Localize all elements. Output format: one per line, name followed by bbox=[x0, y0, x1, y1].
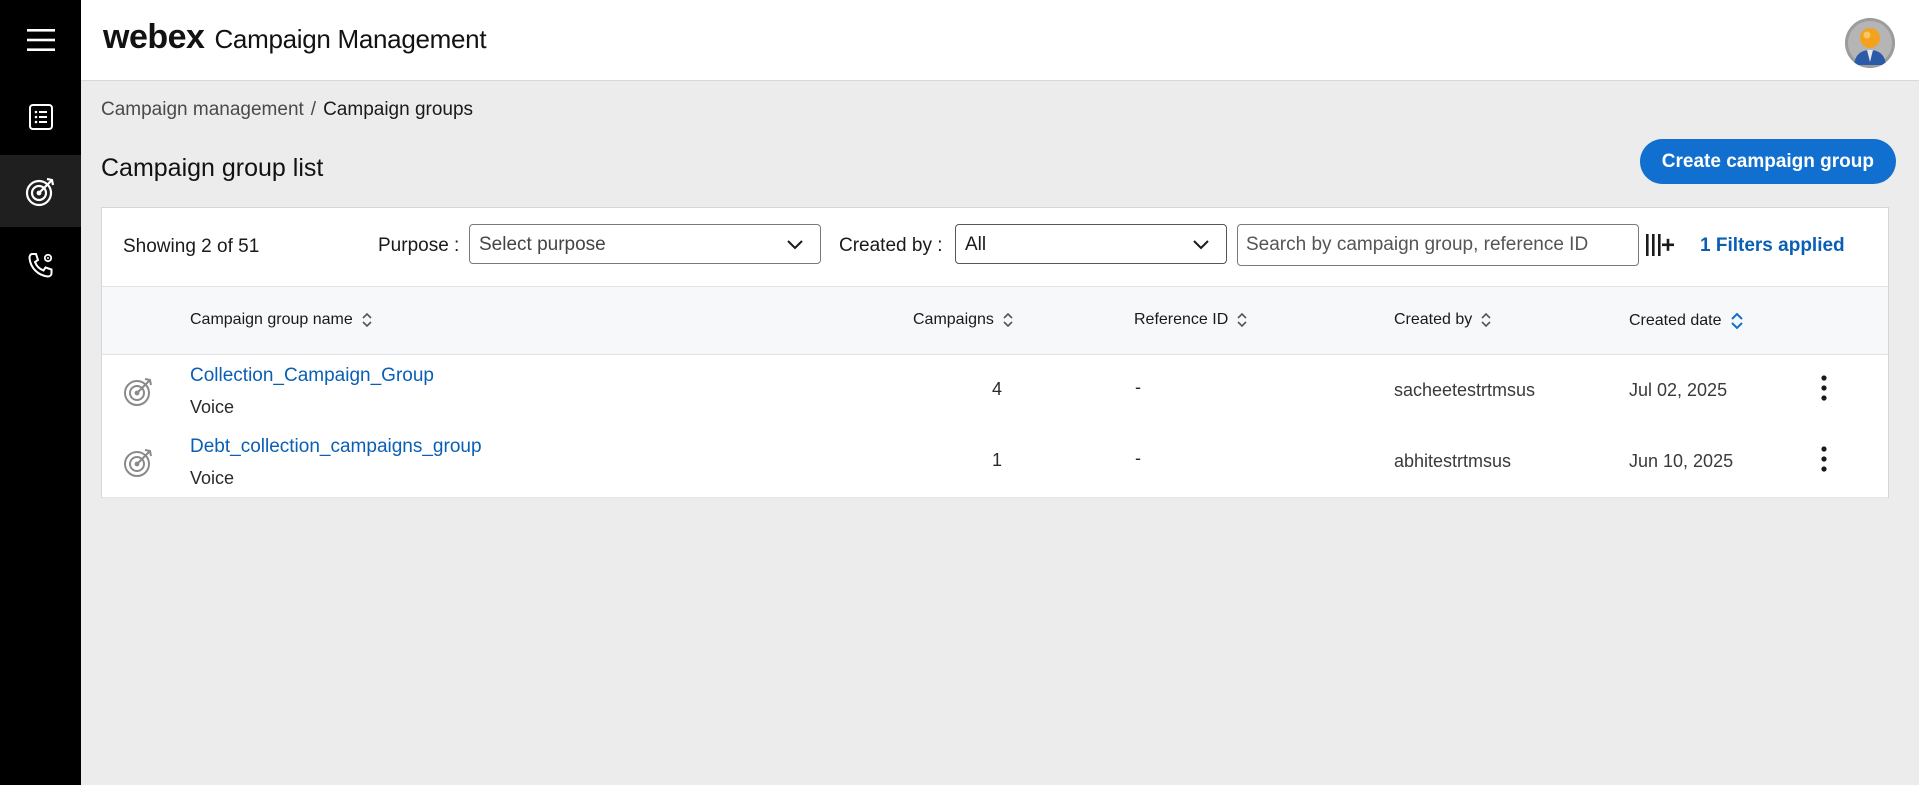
column-header-created-by-label: Created by bbox=[1394, 311, 1473, 328]
campaign-count: 1 bbox=[991, 450, 1002, 470]
app-header: webex Campaign Management bbox=[81, 0, 1919, 81]
created-by-select-value: All bbox=[965, 234, 987, 255]
webex-logo: webex bbox=[103, 18, 205, 56]
more-vertical-icon bbox=[1821, 446, 1827, 472]
created-date: Jul 02, 2025 bbox=[1629, 380, 1728, 400]
reference-id: - bbox=[1135, 377, 1141, 397]
menu-button[interactable] bbox=[0, 4, 81, 76]
campaign-group-name-link[interactable]: Collection_Campaign_Group bbox=[190, 365, 434, 387]
target-icon bbox=[124, 449, 152, 477]
sort-active-icon bbox=[1730, 312, 1743, 330]
sort-icon bbox=[1003, 312, 1013, 328]
column-header-reference-id-label: Reference ID bbox=[1134, 311, 1229, 328]
breadcrumb: Campaign management / Campaign groups bbox=[101, 99, 473, 121]
reference-id: - bbox=[1135, 448, 1141, 468]
target-icon bbox=[25, 177, 54, 207]
column-settings-button[interactable] bbox=[1645, 232, 1675, 263]
chevron-down-icon bbox=[787, 240, 803, 250]
column-header-campaigns[interactable]: Campaigns bbox=[913, 311, 1014, 329]
created-by: abhitestrtmsus bbox=[1394, 451, 1512, 471]
campaign-group-purpose: Voice bbox=[190, 468, 235, 488]
create-campaign-group-button[interactable]: Create campaign group bbox=[1639, 139, 1896, 184]
add-column-icon bbox=[1646, 234, 1674, 256]
results-count: Showing 2 of 51 bbox=[123, 236, 260, 257]
more-vertical-icon bbox=[1821, 375, 1827, 401]
chevron-down-icon bbox=[1193, 240, 1209, 250]
row-actions-button[interactable] bbox=[1818, 373, 1830, 408]
campaign-group-name-link[interactable]: Debt_collection_campaigns_group bbox=[190, 436, 482, 458]
breadcrumb-separator: / bbox=[310, 99, 317, 120]
sort-icon bbox=[1237, 312, 1247, 328]
nav-item-campaigns-list[interactable] bbox=[0, 81, 81, 153]
column-header-reference-id[interactable]: Reference ID bbox=[1134, 311, 1248, 329]
table-header: Campaign group name Campaigns Reference … bbox=[102, 287, 1888, 355]
created-by: sacheetestrtmsus bbox=[1394, 380, 1536, 400]
app-title: Campaign Management bbox=[214, 24, 487, 54]
page-title: Campaign group list bbox=[101, 154, 324, 182]
created-date: Jun 10, 2025 bbox=[1629, 451, 1734, 471]
table-toolbar: Showing 2 of 51 Purpose : Select purpose… bbox=[102, 208, 1888, 287]
purpose-filter-label: Purpose : bbox=[378, 235, 460, 256]
created-by-select[interactable]: All bbox=[955, 224, 1227, 264]
main-content: Campaign management / Campaign groups Camp… bbox=[81, 81, 1919, 785]
sort-icon bbox=[362, 312, 372, 328]
breadcrumb-campaign-management[interactable]: Campaign management bbox=[101, 99, 304, 120]
created-by-filter-label: Created by : bbox=[839, 235, 943, 256]
sort-icon bbox=[1481, 312, 1491, 328]
column-header-created-by[interactable]: Created by bbox=[1394, 311, 1492, 329]
table-row[interactable]: Debt_collection_campaigns_group Voice 1 … bbox=[102, 426, 1888, 498]
column-header-created-date-label: Created date bbox=[1629, 312, 1722, 329]
column-header-name[interactable]: Campaign group name bbox=[190, 311, 373, 329]
search-input[interactable] bbox=[1237, 224, 1639, 266]
nav-item-campaign-groups[interactable] bbox=[0, 155, 81, 227]
row-actions-button[interactable] bbox=[1818, 444, 1830, 479]
column-header-name-label: Campaign group name bbox=[190, 311, 353, 328]
breadcrumb-current: Campaign groups bbox=[323, 99, 474, 120]
campaign-count: 4 bbox=[991, 379, 1002, 399]
nav-rail bbox=[0, 0, 81, 785]
target-icon bbox=[124, 378, 152, 406]
avatar[interactable] bbox=[1845, 18, 1895, 68]
campaign-group-table-card: Showing 2 of 51 Purpose : Select purpose… bbox=[101, 207, 1889, 498]
filters-applied-link[interactable]: 1 Filters applied bbox=[1700, 235, 1845, 257]
purpose-select-value: Select purpose bbox=[479, 234, 606, 255]
brand: webex Campaign Management bbox=[103, 18, 487, 57]
phone-settings-icon bbox=[27, 253, 52, 278]
campaign-group-purpose: Voice bbox=[190, 397, 235, 417]
user-avatar-icon bbox=[1845, 18, 1895, 68]
column-header-campaigns-label: Campaigns bbox=[913, 311, 994, 328]
column-header-created-date[interactable]: Created date bbox=[1629, 311, 1744, 331]
table-row[interactable]: Collection_Campaign_Group Voice 4 - sach… bbox=[102, 355, 1888, 427]
list-document-icon bbox=[28, 104, 53, 130]
menu-icon bbox=[26, 29, 55, 51]
nav-item-dialer-settings[interactable] bbox=[0, 229, 81, 301]
purpose-select[interactable]: Select purpose bbox=[469, 224, 821, 264]
